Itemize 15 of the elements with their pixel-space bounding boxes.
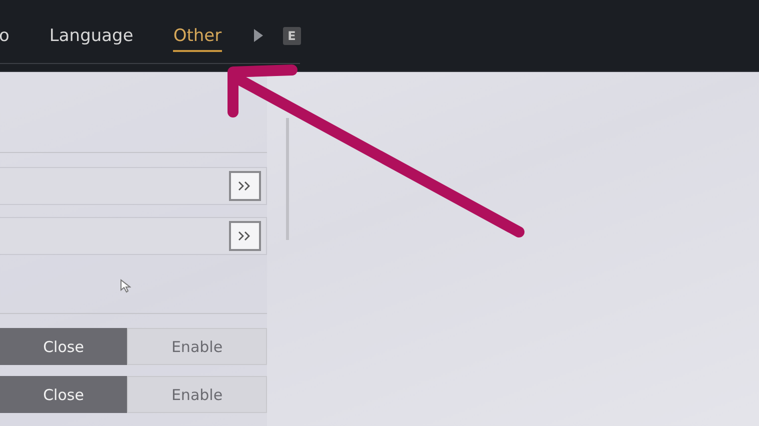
double-chevron-icon — [238, 231, 252, 241]
toggle-option[interactable]: Enable — [127, 376, 267, 413]
toggle-option[interactable]: Close — [0, 376, 127, 413]
toggle-option[interactable]: Close — [0, 328, 127, 365]
tab[interactable]: o — [0, 20, 10, 52]
mouse-cursor-icon — [120, 279, 131, 293]
double-chevron-icon — [238, 181, 252, 191]
tab[interactable]: Language — [49, 20, 134, 52]
open-button[interactable] — [229, 171, 261, 201]
right-triangle-icon[interactable] — [254, 29, 263, 42]
open-button[interactable] — [229, 221, 261, 251]
toggle-option[interactable]: Enable — [127, 328, 267, 365]
key-hint: E — [282, 26, 301, 44]
scrollbar[interactable] — [286, 118, 289, 240]
tab[interactable]: Other — [173, 20, 222, 52]
